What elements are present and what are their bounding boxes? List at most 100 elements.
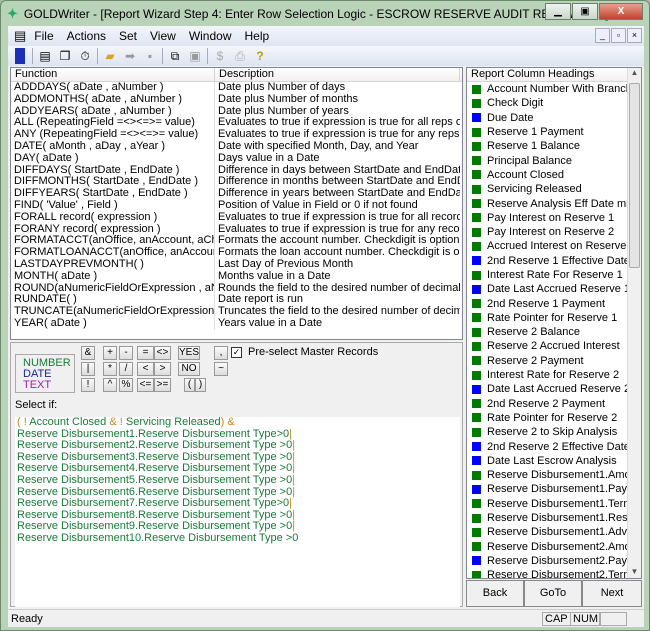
heading-item[interactable]: Interest Rate for Reserve 2	[467, 368, 629, 382]
heading-item[interactable]: Accrued Interest on Reserve 1	[467, 239, 629, 253]
heading-item[interactable]: Servicing Released	[467, 182, 629, 196]
scroll-up-icon[interactable]: ▲	[628, 68, 641, 77]
operator-button[interactable]: ~	[214, 362, 228, 376]
function-row[interactable]: FORANY record( expression ) Evaluates to …	[11, 223, 462, 236]
operator-button[interactable]: ,	[214, 346, 228, 360]
heading-item[interactable]: Reserve 2 Balance	[467, 325, 629, 339]
operator-button[interactable]: <=	[137, 378, 154, 392]
function-row[interactable]: FORALL record( expression ) Evaluates to …	[11, 211, 462, 224]
heading-item[interactable]: Pay Interest on Reserve 2	[467, 225, 629, 239]
save-icon[interactable]: ▪	[142, 48, 158, 64]
heading-item[interactable]: Date Last Accrued Reserve 1	[467, 282, 629, 296]
heading-item[interactable]: Reserve Disbursement1.Pay Date	[467, 482, 629, 496]
operator-button[interactable]: (	[184, 378, 195, 392]
heading-item[interactable]: Reserve Disbursement2.Amount t...	[467, 540, 629, 554]
function-row[interactable]: ADDDAYS( aDate , aNumber ) Date plus Numb…	[11, 82, 462, 94]
operator-button[interactable]: <	[137, 362, 154, 376]
heading-item[interactable]: 2nd Reserve 2 Payment	[467, 397, 629, 411]
operator-button[interactable]: =	[137, 346, 154, 360]
operator-button[interactable]: )	[195, 378, 206, 392]
menu-set[interactable]: Set	[119, 29, 137, 43]
dollar-icon[interactable]: $	[212, 48, 228, 64]
operator-button[interactable]: -	[119, 346, 133, 360]
menu-actions[interactable]: Actions	[67, 29, 106, 43]
heading-item[interactable]: Reserve Disbursement1.Amount t...	[467, 468, 629, 482]
heading-item[interactable]: Check Digit	[467, 96, 629, 110]
function-row[interactable]: MONTH( aDate ) Months value in a Date	[11, 270, 462, 283]
print-icon[interactable]: ⎙	[232, 48, 248, 64]
function-row[interactable]: DATE( aMonth , aDay , aYear ) Date with s…	[11, 140, 462, 153]
heading-item[interactable]: Account Closed	[467, 168, 629, 182]
heading-item[interactable]: Reserve Disbursement1.Advance...	[467, 525, 629, 539]
operator-button[interactable]: /	[119, 362, 133, 376]
function-row[interactable]: ADDMONTHS( aDate , aNumber ) Date plus Nu…	[11, 93, 462, 106]
heading-item[interactable]: Pay Interest on Reserve 1	[467, 211, 629, 225]
operator-button[interactable]: %	[119, 378, 133, 392]
menu-window[interactable]: Window	[189, 29, 232, 43]
preselect-checkbox[interactable]: ✓ Pre-select Master Records	[231, 346, 378, 358]
heading-item[interactable]: Rate Pointer for Reserve 2	[467, 411, 629, 425]
copy-report-icon[interactable]: ❐	[57, 48, 73, 64]
operator-button[interactable]: !	[81, 378, 95, 392]
vertical-scrollbar[interactable]: ▲ ▼	[627, 68, 641, 578]
heading-item[interactable]: Reserve 1 Balance	[467, 139, 629, 153]
operator-button[interactable]: +	[103, 346, 117, 360]
function-row[interactable]: TRUNCATE(aNumericFieldOrExpression , aNu…	[11, 306, 462, 318]
arrow-right-icon[interactable]: ➡	[122, 48, 138, 64]
function-row[interactable]: ADDYEARS( aDate , aNumber ) Date plus Num…	[11, 105, 462, 118]
copy-icon[interactable]: ⧉	[167, 48, 183, 64]
checkbox-checked-icon[interactable]: ✓	[231, 346, 242, 358]
expression-editor[interactable]: ( ! Account Closed & ! Servicing Release…	[15, 416, 460, 607]
heading-item[interactable]: Reserve Disbursement1.Reserve ...	[467, 511, 629, 525]
minimize-button[interactable]: ▁	[545, 3, 571, 20]
function-row[interactable]: DIFFYEARS( StartDate , EndDate ) Differen…	[11, 188, 462, 200]
next-button[interactable]: Next	[582, 580, 642, 607]
function-row[interactable]: ROUND(aNumericFieldOrExpression , aNumbe…	[11, 282, 462, 295]
timer-icon[interactable]: ⏱	[77, 48, 93, 64]
operator-button[interactable]: ^	[103, 378, 117, 392]
column-header-description[interactable]: Description	[215, 68, 460, 81]
operator-button[interactable]: *	[103, 362, 117, 376]
function-row[interactable]: ALL (RepeatingField =<><=>= value) Evalua…	[11, 117, 462, 130]
heading-item[interactable]: Reserve 2 Accrued Interest	[467, 339, 629, 353]
function-row[interactable]: FORMATLOANACCT(anOffice, anAccount, aC..…	[11, 247, 462, 259]
paste-icon[interactable]: ▣	[187, 48, 203, 64]
report-column-headings-list[interactable]: Report Column Headings Account Number Wi…	[466, 67, 642, 579]
function-row[interactable]: ANY (RepeatingField =<><=>= value) Evalua…	[11, 129, 462, 141]
menu-file[interactable]: File	[34, 29, 53, 43]
mdi-minimize-button[interactable]: _	[595, 28, 610, 43]
function-row[interactable]: DAY( aDate ) Days value in a Date	[11, 152, 462, 165]
heading-item[interactable]: Rate Pointer for Reserve 1	[467, 311, 629, 325]
operator-button[interactable]: NO	[178, 362, 200, 376]
function-row[interactable]: DIFFDAYS( StartDate , EndDate ) Differenc…	[11, 164, 462, 177]
operator-button[interactable]: >	[154, 362, 171, 376]
heading-item[interactable]: Principal Balance	[467, 153, 629, 167]
function-row[interactable]: DIFFMONTHS( StartDate , EndDate ) Differe…	[11, 176, 462, 189]
operator-button[interactable]: &	[81, 346, 95, 360]
menu-help[interactable]: Help	[245, 29, 270, 43]
heading-item[interactable]: Reserve Analysis Eff Date mmdd	[467, 196, 629, 210]
back-button[interactable]: Back	[466, 580, 524, 607]
help-icon[interactable]: ?	[252, 48, 268, 64]
operator-button[interactable]: YES	[178, 346, 200, 360]
menu-view[interactable]: View	[150, 29, 176, 43]
close-button[interactable]: X	[599, 3, 643, 20]
heading-item[interactable]: Date Last Accrued Reserve 2	[467, 382, 629, 396]
heading-item[interactable]: Reserve 1 Payment	[467, 125, 629, 139]
document-icon[interactable]: ▤	[14, 28, 26, 44]
maximize-button[interactable]: ▣	[572, 3, 598, 20]
heading-item[interactable]: 2nd Reserve 1 Payment	[467, 296, 629, 310]
mdi-restore-button[interactable]: ▫	[611, 28, 626, 43]
scrollbar-thumb[interactable]	[629, 83, 640, 268]
operator-button[interactable]: <>	[154, 346, 171, 360]
scroll-down-icon[interactable]: ▼	[628, 567, 641, 576]
function-row[interactable]: LASTDAYPREVMONTH( ) Last Day of Previous …	[11, 258, 462, 271]
mdi-close-button[interactable]: ×	[627, 28, 642, 43]
report-icon[interactable]	[15, 48, 25, 64]
open-folder-icon[interactable]: ▰	[102, 48, 118, 64]
heading-item[interactable]: Reserve Disbursement1.Term in ...	[467, 497, 629, 511]
heading-item[interactable]: 2nd Reserve 2 Effective Date	[467, 439, 629, 453]
function-row[interactable]: YEAR( aDate ) Years value in a Date	[11, 317, 462, 330]
heading-item[interactable]: Interest Rate For Reserve 1	[467, 268, 629, 282]
heading-item[interactable]: Reserve 2 Payment	[467, 354, 629, 368]
